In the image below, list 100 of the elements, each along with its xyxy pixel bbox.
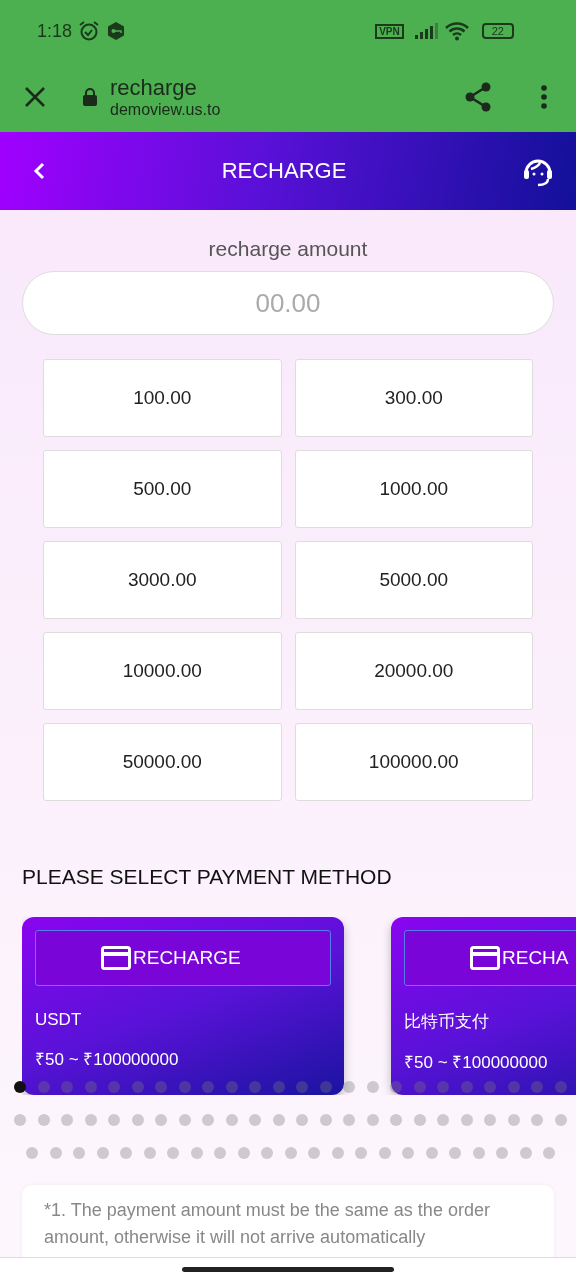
page-dot[interactable] bbox=[402, 1147, 414, 1159]
amount-option[interactable]: 5000.00 bbox=[294, 541, 533, 619]
page-dot[interactable] bbox=[14, 1081, 26, 1093]
page-dot[interactable] bbox=[366, 1114, 379, 1126]
page-dot[interactable] bbox=[531, 1081, 543, 1093]
page-dot[interactable] bbox=[14, 1114, 26, 1126]
page-dot[interactable] bbox=[202, 1114, 214, 1126]
recharge-button[interactable]: RECHA bbox=[404, 930, 576, 986]
page-dot[interactable] bbox=[155, 1114, 167, 1126]
page-dot[interactable] bbox=[460, 1114, 473, 1126]
amount-field[interactable]: 00.00 bbox=[22, 271, 554, 335]
page-dot[interactable] bbox=[178, 1081, 191, 1093]
amount-option[interactable]: 1000.00 bbox=[294, 450, 533, 528]
page-dot[interactable] bbox=[261, 1147, 273, 1159]
share-icon[interactable] bbox=[464, 82, 492, 112]
vpn-badge: VPN bbox=[375, 23, 404, 39]
page-dot[interactable] bbox=[460, 1081, 473, 1093]
page-dot[interactable] bbox=[73, 1147, 85, 1159]
page-dot[interactable] bbox=[37, 1114, 50, 1126]
payment-card[interactable]: RECHA 比特币支付 ₹50 ~ ₹100000000 bbox=[391, 917, 576, 1095]
page-dot[interactable] bbox=[378, 1147, 391, 1159]
page-dot[interactable] bbox=[296, 1081, 308, 1093]
amount-option[interactable]: 100.00 bbox=[43, 359, 282, 437]
card-icon bbox=[470, 946, 500, 970]
back-icon[interactable] bbox=[32, 161, 46, 181]
signal-icon bbox=[413, 23, 438, 39]
page-dot[interactable] bbox=[472, 1147, 485, 1159]
page-dot[interactable] bbox=[319, 1081, 332, 1093]
page-dot[interactable] bbox=[249, 1081, 261, 1093]
close-icon[interactable] bbox=[24, 86, 46, 108]
page-dot[interactable] bbox=[531, 1114, 543, 1126]
page-dot[interactable] bbox=[61, 1114, 73, 1126]
page-dot[interactable] bbox=[519, 1147, 532, 1159]
section-heading: PLEASE SELECT PAYMENT METHOD bbox=[22, 865, 393, 889]
method-name: USDT bbox=[35, 1010, 82, 1030]
more-icon[interactable] bbox=[540, 84, 548, 110]
amount-option[interactable]: 3000.00 bbox=[43, 541, 282, 619]
page-dot[interactable] bbox=[249, 1114, 261, 1126]
page-dot[interactable] bbox=[425, 1147, 438, 1159]
page-dot[interactable] bbox=[131, 1114, 144, 1126]
page-dot[interactable] bbox=[214, 1147, 226, 1159]
page-dot[interactable] bbox=[167, 1147, 179, 1159]
page-dot[interactable] bbox=[37, 1081, 50, 1093]
page-dot[interactable] bbox=[343, 1081, 355, 1093]
amount-option[interactable]: 10000.00 bbox=[43, 632, 282, 710]
page-dot[interactable] bbox=[190, 1147, 203, 1159]
page-dot[interactable] bbox=[554, 1114, 567, 1126]
amount-option[interactable]: 100000.00 bbox=[294, 723, 533, 801]
page-dot[interactable] bbox=[437, 1081, 449, 1093]
page-dot[interactable] bbox=[96, 1147, 109, 1159]
page-dot[interactable] bbox=[319, 1114, 332, 1126]
page-dot[interactable] bbox=[120, 1147, 132, 1159]
page-dot[interactable] bbox=[484, 1114, 496, 1126]
page-dot[interactable] bbox=[155, 1081, 167, 1093]
page-dot[interactable] bbox=[237, 1147, 250, 1159]
page-dot[interactable] bbox=[390, 1114, 402, 1126]
page-dot[interactable] bbox=[108, 1114, 120, 1126]
amount-option[interactable]: 300.00 bbox=[294, 359, 533, 437]
amount-option[interactable]: 50000.00 bbox=[43, 723, 282, 801]
page-dot[interactable] bbox=[49, 1147, 62, 1159]
amount-option[interactable]: 20000.00 bbox=[294, 632, 533, 710]
payment-card[interactable]: RECHARGE USDT ₹50 ~ ₹100000000 bbox=[22, 917, 344, 1095]
page-dot[interactable] bbox=[84, 1114, 97, 1126]
page-dot[interactable] bbox=[225, 1114, 238, 1126]
page-dot[interactable] bbox=[390, 1081, 402, 1093]
page-dot[interactable] bbox=[308, 1147, 320, 1159]
page-dot[interactable] bbox=[554, 1081, 567, 1093]
page-dot[interactable] bbox=[131, 1081, 144, 1093]
page-dot[interactable] bbox=[284, 1147, 297, 1159]
page-dot[interactable] bbox=[355, 1147, 367, 1159]
page-dot[interactable] bbox=[296, 1114, 308, 1126]
page-dot[interactable] bbox=[108, 1081, 120, 1093]
page-dot[interactable] bbox=[449, 1147, 461, 1159]
page-dot[interactable] bbox=[61, 1081, 73, 1093]
page-dot[interactable] bbox=[507, 1114, 520, 1126]
page-dot[interactable] bbox=[496, 1147, 508, 1159]
page-dot[interactable] bbox=[413, 1081, 426, 1093]
page-dot[interactable] bbox=[202, 1081, 214, 1093]
page-dot[interactable] bbox=[272, 1081, 285, 1093]
wifi-icon bbox=[443, 21, 470, 41]
amount-range: ₹50 ~ ₹100000000 bbox=[404, 1052, 548, 1073]
page-dot[interactable] bbox=[507, 1081, 520, 1093]
page-dot[interactable] bbox=[343, 1114, 355, 1126]
page-dot[interactable] bbox=[484, 1081, 496, 1093]
page-dot[interactable] bbox=[543, 1147, 555, 1159]
home-indicator[interactable] bbox=[182, 1266, 394, 1272]
lock-icon bbox=[82, 87, 98, 107]
page-dot[interactable] bbox=[272, 1114, 285, 1126]
page-dot[interactable] bbox=[413, 1114, 426, 1126]
page-dot[interactable] bbox=[331, 1147, 344, 1159]
recharge-button[interactable]: RECHARGE bbox=[35, 930, 331, 986]
page-dot[interactable] bbox=[366, 1081, 379, 1093]
page-dot[interactable] bbox=[437, 1114, 449, 1126]
page-title: recharge bbox=[110, 75, 198, 101]
page-dot[interactable] bbox=[225, 1081, 238, 1093]
amount-option[interactable]: 500.00 bbox=[43, 450, 282, 528]
page-dot[interactable] bbox=[178, 1114, 191, 1126]
page-dot[interactable] bbox=[84, 1081, 97, 1093]
page-dot[interactable] bbox=[26, 1147, 38, 1159]
page-dot[interactable] bbox=[143, 1147, 156, 1159]
